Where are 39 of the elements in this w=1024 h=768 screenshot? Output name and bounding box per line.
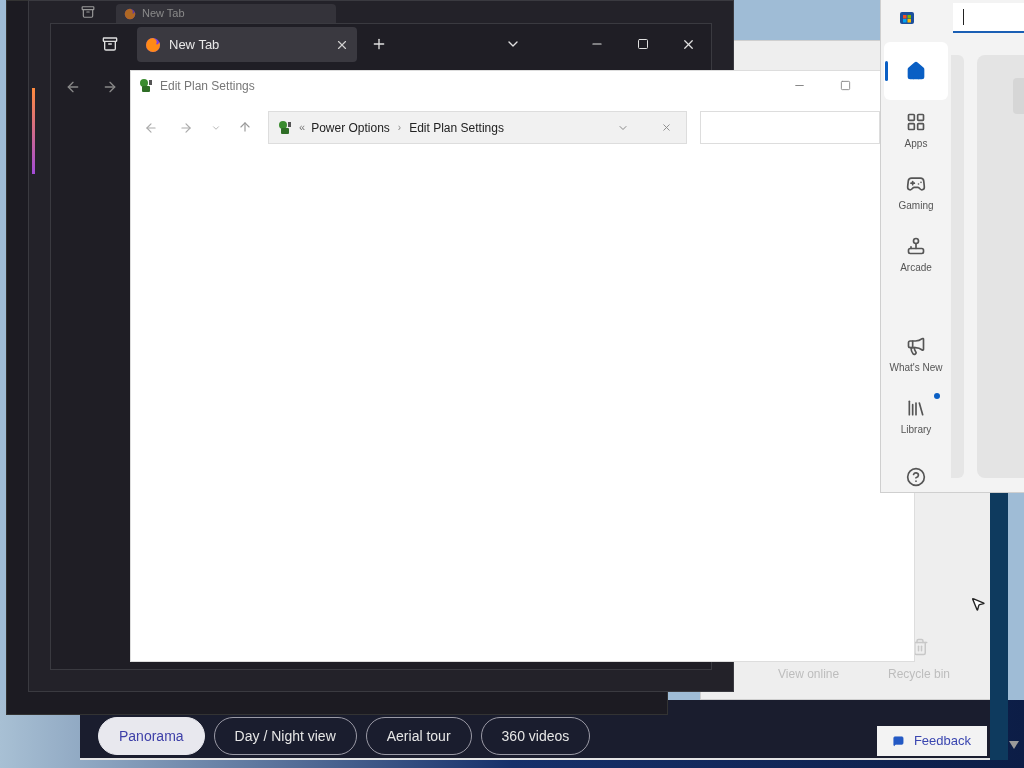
archive-icon[interactable] <box>102 36 118 52</box>
search-field[interactable] <box>953 3 1024 33</box>
nav-item[interactable]: Arcade <box>884 224 948 286</box>
new-tab-icon[interactable] <box>371 36 387 52</box>
browser-logo-icon <box>124 7 136 20</box>
browser-tab[interactable]: New Tab <box>137 27 357 62</box>
store-logo-icon <box>899 9 915 25</box>
nav-item[interactable]: Library <box>884 386 948 448</box>
megaphone-icon <box>906 335 926 356</box>
text-cursor <box>963 9 964 25</box>
nav-item[interactable]: What's New <box>884 324 948 386</box>
overflow-chevron[interactable]: « <box>299 119 306 136</box>
forward-icon[interactable] <box>102 79 118 95</box>
up-icon[interactable] <box>238 120 252 134</box>
window-title: Edit Plan Settings <box>160 78 255 95</box>
help-icon <box>906 467 926 487</box>
address-bar[interactable]: « Power Options › Edit Plan Settings <box>268 111 687 144</box>
selection-indicator <box>885 61 888 81</box>
feedback-button[interactable]: Feedback <box>877 726 987 756</box>
close-icon[interactable] <box>681 37 696 52</box>
clear-icon[interactable] <box>661 122 672 133</box>
home-icon <box>906 61 926 81</box>
power-options-icon <box>277 119 293 136</box>
browser-logo-icon <box>145 36 161 53</box>
archive-icon[interactable] <box>80 5 96 19</box>
cursor-icon <box>970 595 986 613</box>
scroll-down-icon[interactable] <box>1009 741 1019 749</box>
nav-item[interactable]: Gaming <box>884 162 948 224</box>
browser-tab[interactable]: New Tab <box>116 4 336 23</box>
nav-item[interactable]: Apps <box>884 100 948 162</box>
separator-icon: › <box>395 120 404 135</box>
breadcrumb-item[interactable]: Power Options <box>311 118 390 137</box>
grid-icon <box>906 111 926 132</box>
tour-tab[interactable]: Panorama <box>98 717 205 755</box>
back-icon[interactable] <box>65 79 81 95</box>
power-options-icon <box>138 78 154 94</box>
breadcrumb-item[interactable]: Edit Plan Settings <box>409 118 504 137</box>
joystick-icon <box>906 235 926 256</box>
nav-item[interactable] <box>884 42 948 100</box>
